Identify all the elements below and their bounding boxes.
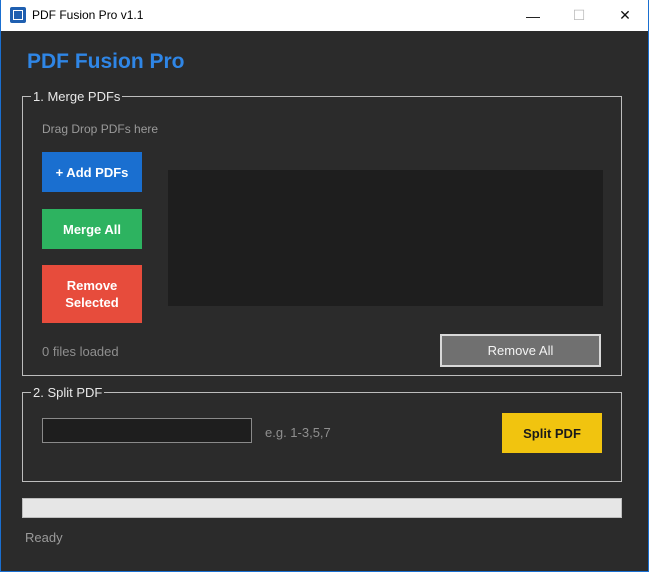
title-bar[interactable]: PDF Fusion Pro v1.1 — ☐ ✕: [1, 0, 648, 31]
split-pdf-button[interactable]: Split PDF: [502, 413, 602, 453]
minimize-button[interactable]: —: [510, 0, 556, 31]
merge-group-label: 1. Merge PDFs: [31, 88, 123, 105]
status-text: Ready: [25, 530, 63, 545]
remove-selected-button[interactable]: Remove Selected: [42, 265, 142, 323]
close-button[interactable]: ✕: [602, 0, 648, 31]
progress-bar: [22, 498, 622, 518]
app-window: PDF Fusion Pro v1.1 — ☐ ✕ PDF Fusion Pro…: [0, 0, 649, 572]
app-heading: PDF Fusion Pro: [27, 50, 185, 73]
add-pdfs-button[interactable]: + Add PDFs: [42, 152, 142, 192]
split-group: 2. Split PDF e.g. 1-3,5,7 Split PDF: [22, 384, 622, 482]
merge-all-button[interactable]: Merge All: [42, 209, 142, 249]
split-pages-hint: e.g. 1-3,5,7: [265, 425, 331, 440]
app-icon: [10, 7, 26, 23]
split-pages-input[interactable]: [42, 418, 252, 443]
remove-all-button[interactable]: Remove All: [440, 334, 601, 367]
split-group-label: 2. Split PDF: [31, 384, 105, 401]
file-count: 0 files loaded: [42, 344, 119, 359]
drop-hint: Drag Drop PDFs here: [42, 122, 159, 136]
window-title: PDF Fusion Pro v1.1: [32, 8, 144, 22]
merge-group: 1. Merge PDFs Drag Drop PDFs here + Add …: [22, 88, 622, 376]
file-list[interactable]: [168, 170, 603, 306]
maximize-button[interactable]: ☐: [556, 0, 602, 31]
